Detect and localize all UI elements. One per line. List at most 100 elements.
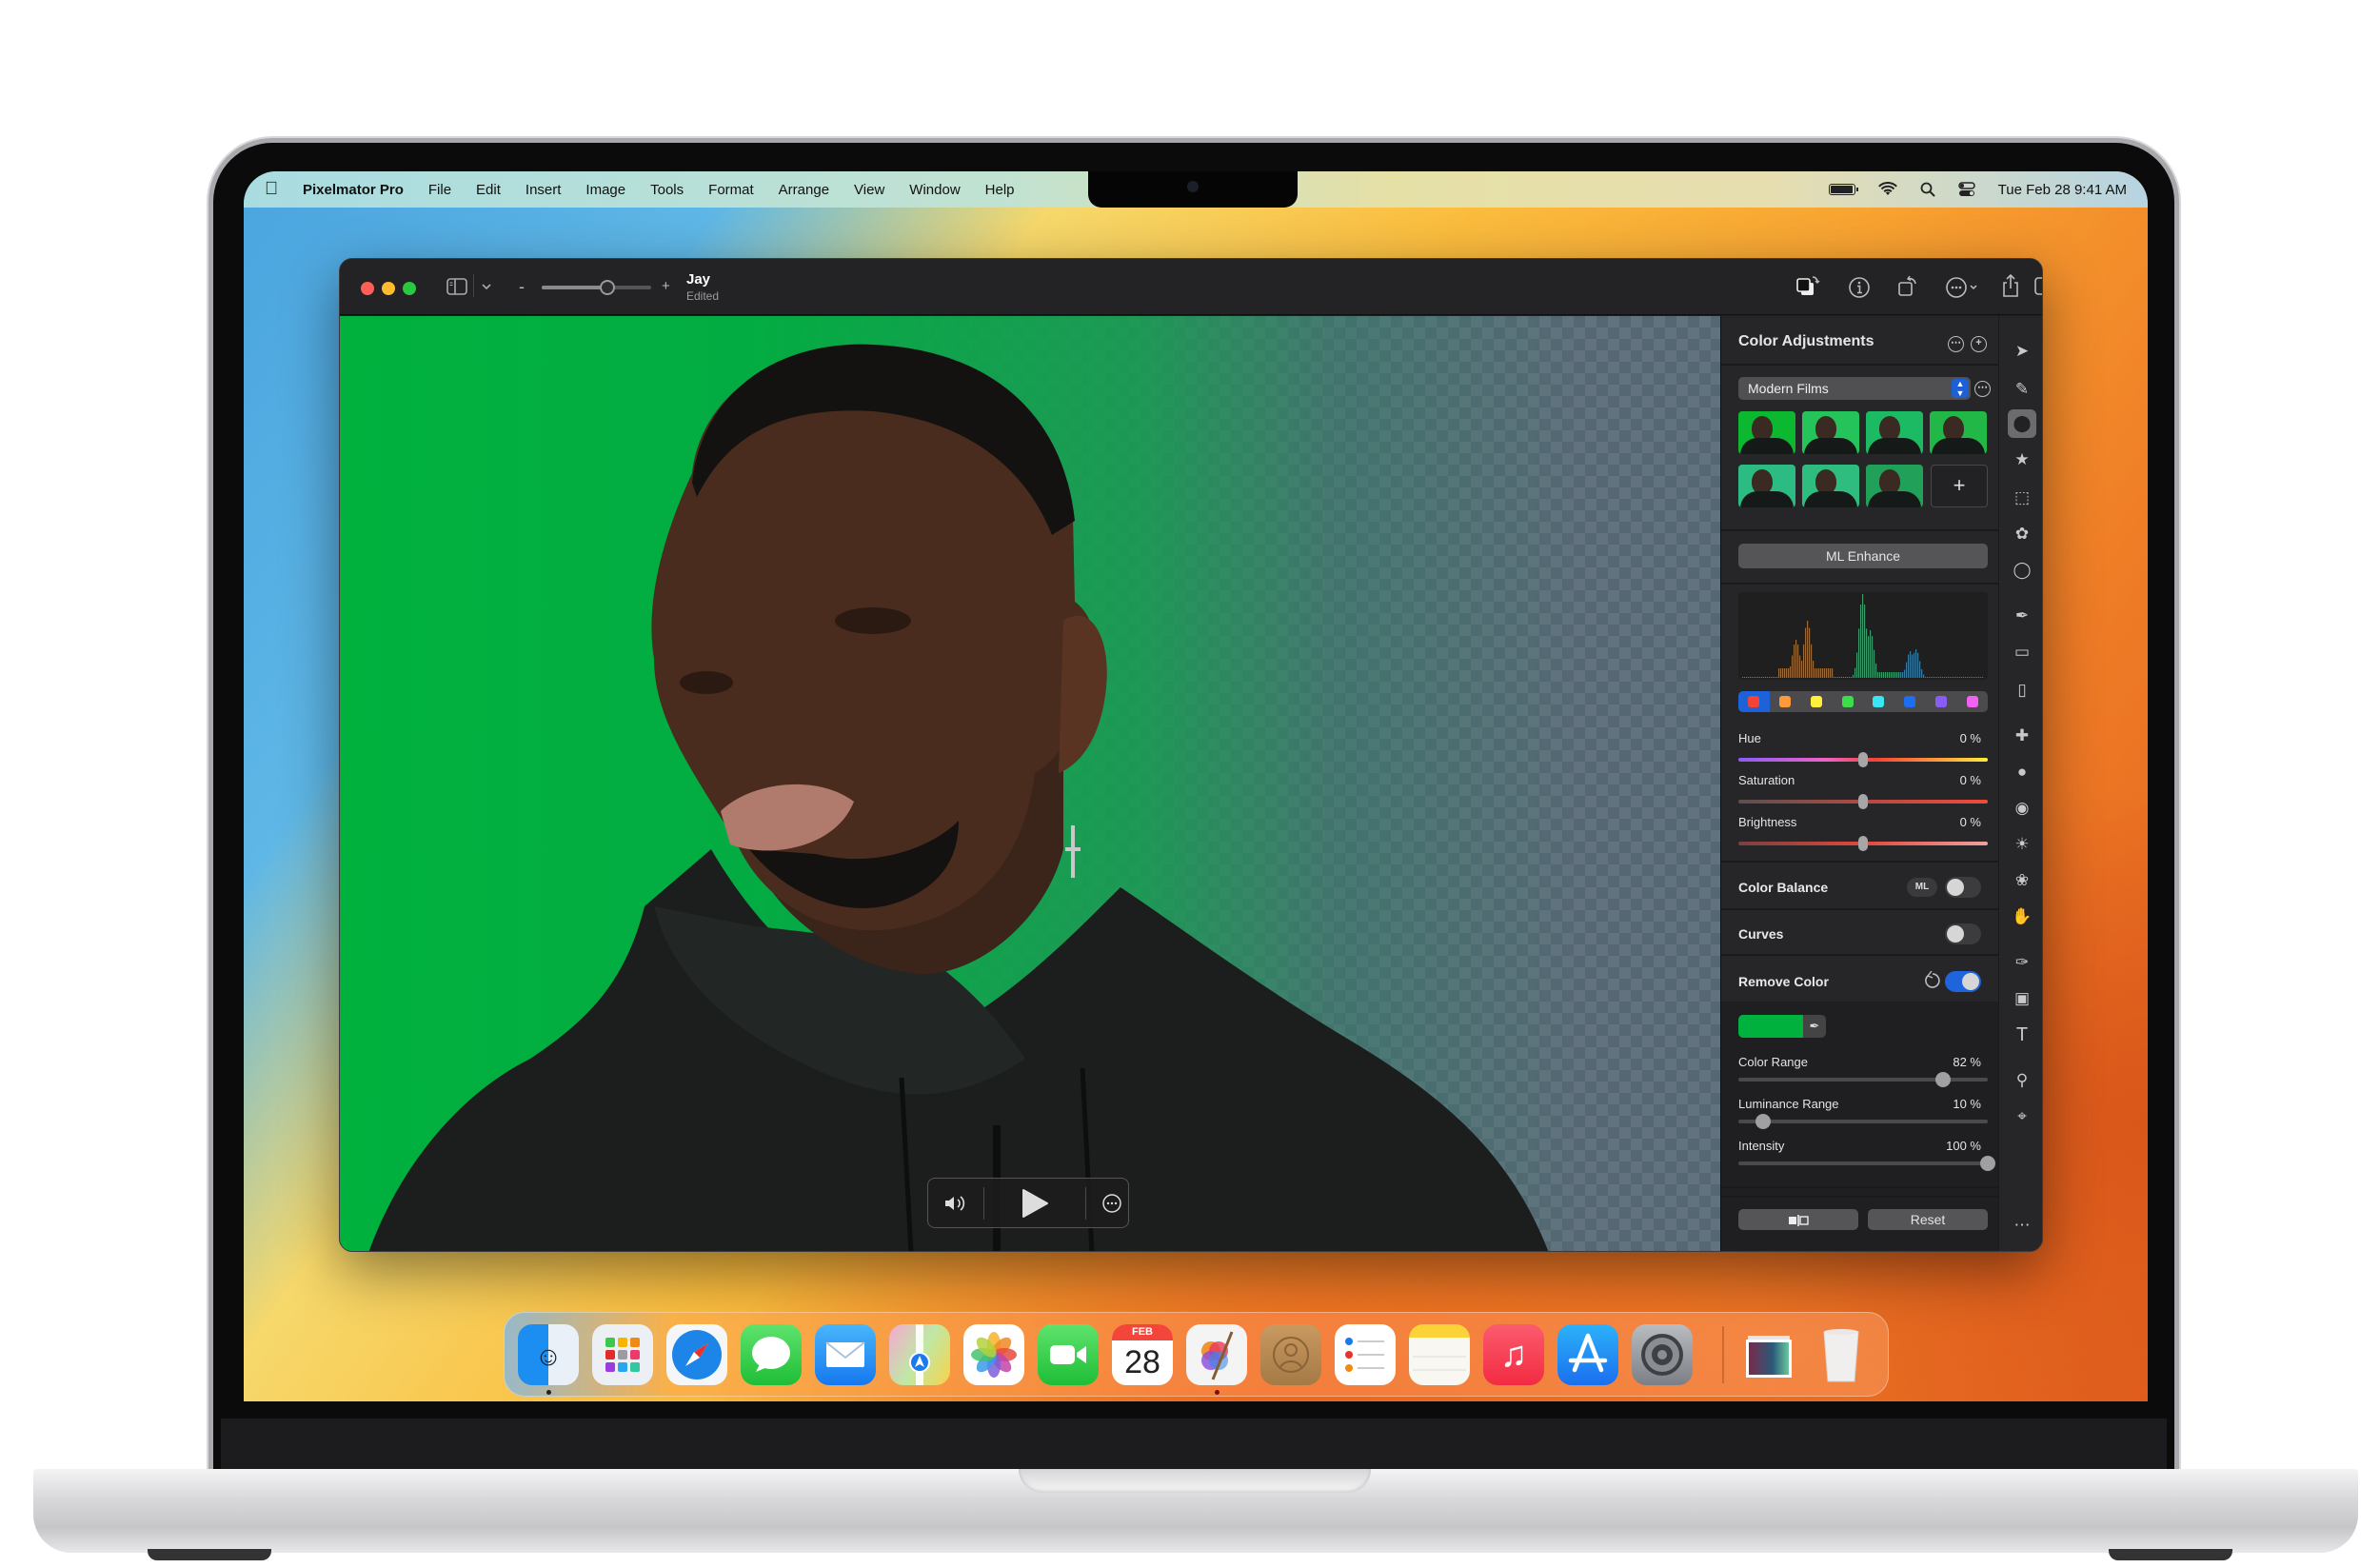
color-balance-toggle[interactable] [1945,877,1981,898]
menu-file[interactable]: File [428,182,451,198]
reset-adjustment-icon[interactable] [1923,971,1942,990]
zoom-in-button[interactable]: + [662,277,670,296]
image-canvas[interactable] [340,316,1720,1251]
hue-swatch[interactable] [1801,691,1833,712]
color-adjust-icon[interactable]: ⬤ [2008,409,2036,438]
preset-thumbnail[interactable] [1738,411,1795,454]
blur-icon[interactable]: ◉ [2008,794,2036,823]
eyedropper-icon[interactable]: ✒ [1803,1015,1826,1038]
more-options-icon[interactable] [1945,276,1983,299]
ml-badge[interactable]: ML [1907,878,1937,897]
hue-swatch[interactable] [1926,691,1957,712]
repair-icon[interactable]: ✚ [2008,722,2036,750]
clone-icon[interactable]: ● [2008,758,2036,786]
reset-button[interactable]: Reset [1868,1209,1988,1230]
menu-help[interactable]: Help [985,182,1015,198]
hue-swatch[interactable] [1832,691,1863,712]
intensity-slider-knob[interactable] [1980,1156,1995,1171]
preset-thumbnail[interactable] [1866,411,1923,454]
preset-thumbnail[interactable] [1866,465,1923,507]
more-tools-icon[interactable]: ⋯ [2008,1211,2036,1240]
dock-calendar[interactable]: FEB 28 [1112,1324,1173,1385]
speaker-icon[interactable] [943,1194,968,1213]
color-range-slider[interactable] [1738,1072,1988,1087]
dock-maps[interactable] [889,1324,950,1385]
saturation-slider-knob[interactable] [1858,794,1868,809]
zoom-icon[interactable]: ⚲ [2008,1066,2036,1095]
menu-insert[interactable]: Insert [526,182,562,198]
dock-system-settings[interactable] [1632,1324,1693,1385]
control-center-icon[interactable] [1957,182,1975,197]
battery-icon[interactable] [1828,184,1858,195]
ml-enhance-button[interactable]: ML Enhance [1738,544,1988,568]
lasso-select-icon[interactable]: ✿ [2008,520,2036,548]
effects-icon[interactable]: ★ [2008,446,2036,474]
luminance-range-slider[interactable] [1738,1114,1988,1129]
dock-pixelmator-pro[interactable] [1186,1324,1247,1385]
intensity-slider[interactable] [1738,1156,1995,1171]
menu-format[interactable]: Format [708,182,754,198]
crop-icon[interactable]: ⌖ [2008,1102,2036,1131]
dock-facetime[interactable] [1038,1324,1099,1385]
menu-edit[interactable]: Edit [476,182,501,198]
fullscreen-window-button[interactable] [403,282,416,295]
preset-thumbnail[interactable] [1738,465,1795,507]
menu-image[interactable]: Image [585,182,625,198]
light-icon[interactable]: ☀ [2008,830,2036,859]
preset-thumbnail[interactable] [1930,411,1987,454]
preset-more-icon[interactable]: ⋯ [1974,381,1991,397]
arrange-icon[interactable] [1795,274,1821,301]
brightness-slider[interactable] [1738,836,1988,851]
hue-swatch[interactable] [1738,691,1770,712]
hue-slider[interactable] [1738,752,1988,767]
rotate-icon[interactable] [1895,274,1920,299]
dock-finder[interactable]: ☺ [518,1324,579,1385]
wifi-icon[interactable] [1877,182,1897,197]
paint-bucket-icon[interactable]: ▭ [2008,638,2036,666]
panel-more-icon[interactable]: ⋯ [1948,336,1964,352]
zoom-out-button[interactable]: - [519,277,525,296]
remove-color-well[interactable]: ✒ [1738,1015,1826,1038]
dock-music[interactable]: ♫ [1483,1324,1544,1385]
warp-icon[interactable]: ✋ [2008,903,2036,931]
hue-swatch[interactable] [1770,691,1801,712]
remove-color-toggle[interactable] [1945,971,1981,992]
dock-contacts[interactable] [1260,1324,1321,1385]
menu-clock[interactable]: Tue Feb 28 9:41 AM [1998,182,2127,198]
add-adjustment-icon[interactable]: + [1971,336,1987,352]
dock-downloads-stack[interactable] [1738,1324,1799,1385]
brightness-slider-knob[interactable] [1858,836,1868,851]
dock-reminders[interactable] [1335,1324,1396,1385]
dock-trash[interactable] [1811,1324,1872,1385]
quick-select-icon[interactable]: ◯ [2008,556,2036,585]
menu-arrange[interactable]: Arrange [779,182,829,198]
curves-toggle[interactable] [1945,923,1981,944]
pen-icon[interactable]: ✑ [2008,948,2036,977]
dock-photos[interactable] [963,1324,1024,1385]
spotlight-search-icon[interactable] [1920,182,1935,197]
color-range-slider-knob[interactable] [1934,1072,1951,1087]
add-preset-button[interactable]: + [1931,465,1988,507]
dock-notes[interactable] [1409,1324,1470,1385]
share-icon[interactable] [2000,272,2021,299]
paint-brush-icon[interactable]: ✒ [2008,602,2036,630]
apple-menu-icon[interactable]:  [265,179,286,200]
dock-mail[interactable] [815,1324,876,1385]
rect-select-icon[interactable]: ⬚ [2008,484,2036,512]
play-icon[interactable] [1021,1188,1049,1219]
zoom-slider-knob[interactable] [600,280,615,295]
close-window-button[interactable] [361,282,374,295]
zoom-slider[interactable] [542,280,651,295]
dock-app-store[interactable] [1557,1324,1618,1385]
menu-app-name[interactable]: Pixelmator Pro [303,182,404,198]
menu-view[interactable]: View [854,182,884,198]
preset-category-select[interactable]: Modern Films ▲ ▼ [1738,377,1971,400]
hue-swatch[interactable] [1956,691,1988,712]
compare-before-after-button[interactable] [1738,1209,1858,1230]
chevron-down-icon[interactable] [481,282,492,291]
info-icon[interactable] [1848,276,1871,299]
menu-tools[interactable]: Tools [650,182,684,198]
hue-swatch[interactable] [1863,691,1894,712]
preset-thumbnail[interactable] [1802,465,1859,507]
style-brush-icon[interactable]: ✎ [2008,375,2036,404]
